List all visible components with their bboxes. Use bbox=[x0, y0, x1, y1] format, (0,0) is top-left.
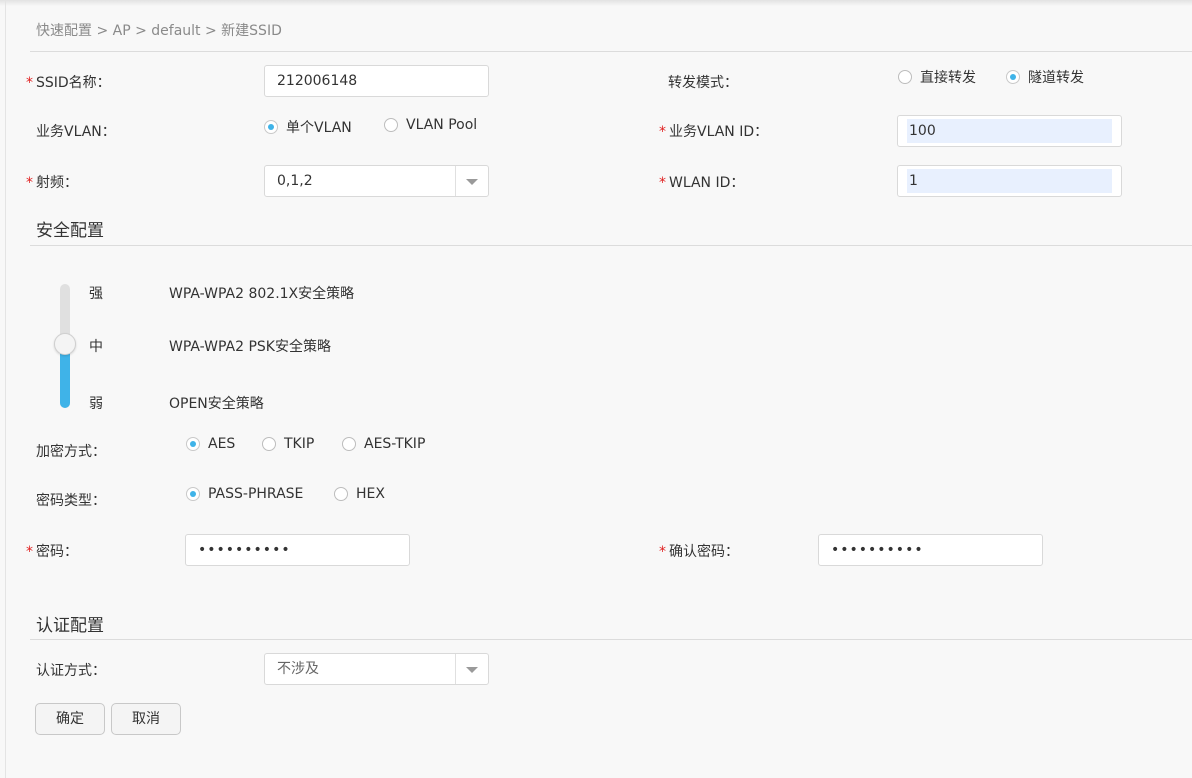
chevron-down-icon[interactable] bbox=[455, 166, 488, 196]
auth-method-label: 认证方式： bbox=[36, 663, 106, 679]
policy-8021x-label[interactable]: WPA-WPA2 802.1X安全策略 bbox=[169, 283, 354, 303]
radio-freq-label: * 射频： bbox=[26, 175, 78, 191]
confirm-button[interactable]: 确定 bbox=[35, 703, 105, 735]
ssid-name-label: * SSID名称： bbox=[26, 75, 111, 91]
auth-divider bbox=[30, 639, 1192, 640]
wlan-id-input[interactable]: 1 bbox=[897, 165, 1122, 197]
radio-freq-select[interactable]: 0,1,2 bbox=[264, 165, 489, 197]
password-label: * 密码： bbox=[26, 544, 78, 560]
policy-psk-label[interactable]: WPA-WPA2 PSK安全策略 bbox=[169, 336, 331, 356]
auth-method-select[interactable]: 不涉及 bbox=[264, 653, 489, 685]
key-type-passphrase-radio[interactable]: PASS-PHRASE bbox=[186, 486, 303, 502]
autofill-background bbox=[907, 119, 1112, 143]
policy-open-label[interactable]: OPEN安全策略 bbox=[169, 393, 264, 413]
encryption-label: 加密方式： bbox=[36, 444, 106, 460]
service-vlan-id-input[interactable]: 100 bbox=[897, 115, 1122, 147]
auth-section-title: 认证配置 bbox=[36, 616, 104, 636]
encryption-aes-tkip-radio[interactable]: AES-TKIP bbox=[342, 436, 425, 452]
level-strong-label: 强 bbox=[89, 286, 103, 302]
confirm-password-input[interactable]: •••••••••• bbox=[818, 534, 1043, 566]
autofill-background bbox=[907, 169, 1112, 193]
left-divider bbox=[5, 0, 6, 778]
encryption-aes-radio[interactable]: AES bbox=[186, 436, 235, 452]
radio-off-icon bbox=[262, 437, 276, 451]
forward-mode-label: 转发模式： bbox=[668, 75, 738, 91]
level-medium-label: 中 bbox=[89, 339, 103, 355]
security-section-title: 安全配置 bbox=[36, 221, 104, 241]
radio-off-icon bbox=[384, 118, 398, 132]
service-vlan-id-label: * 业务VLAN ID： bbox=[659, 124, 769, 140]
service-vlan-single-radio[interactable]: 单个VLAN bbox=[264, 117, 352, 137]
radio-on-icon bbox=[186, 487, 200, 501]
security-level-handle[interactable] bbox=[54, 333, 76, 355]
breadcrumb-divider bbox=[30, 51, 1192, 52]
radio-on-icon bbox=[186, 437, 200, 451]
service-vlan-pool-radio[interactable]: VLAN Pool bbox=[384, 117, 477, 133]
password-input[interactable]: •••••••••• bbox=[185, 534, 410, 566]
cancel-button[interactable]: 取消 bbox=[111, 703, 181, 735]
chevron-down-icon[interactable] bbox=[455, 654, 488, 684]
level-weak-label: 弱 bbox=[89, 396, 103, 412]
forward-mode-direct-radio[interactable]: 直接转发 bbox=[898, 67, 976, 87]
radio-off-icon bbox=[334, 487, 348, 501]
encryption-tkip-radio[interactable]: TKIP bbox=[262, 436, 314, 452]
key-type-hex-radio[interactable]: HEX bbox=[334, 486, 385, 502]
radio-off-icon bbox=[342, 437, 356, 451]
breadcrumb: 快速配置 > AP > default > 新建SSID bbox=[36, 23, 282, 39]
radio-on-icon bbox=[1006, 70, 1020, 84]
forward-mode-tunnel-radio[interactable]: 隧道转发 bbox=[1006, 67, 1084, 87]
confirm-password-label: * 确认密码： bbox=[659, 544, 739, 560]
radio-on-icon bbox=[264, 120, 278, 134]
ssid-name-input[interactable]: 212006148 bbox=[264, 65, 489, 97]
top-shadow bbox=[0, 0, 1192, 6]
security-divider bbox=[30, 245, 1192, 246]
wlan-id-label: * WLAN ID： bbox=[659, 175, 745, 191]
service-vlan-label: 业务VLAN： bbox=[36, 124, 116, 140]
key-type-label: 密码类型： bbox=[36, 493, 106, 509]
radio-off-icon bbox=[898, 70, 912, 84]
